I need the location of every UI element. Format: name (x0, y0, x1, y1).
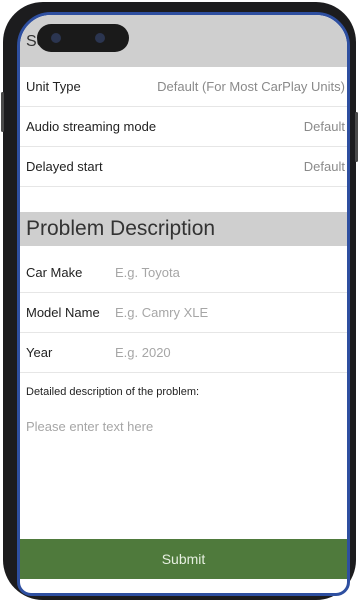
app-screen: Settings Unit Type Default (For Most Car… (17, 12, 350, 596)
phone-frame: Settings Unit Type Default (For Most Car… (1, 2, 358, 600)
audio-streaming-label: Audio streaming mode (26, 119, 157, 134)
unit-type-value: Default (For Most CarPlay Units) (157, 79, 345, 94)
model-name-input[interactable]: E.g. Camry XLE (115, 305, 208, 320)
year-input[interactable]: E.g. 2020 (115, 345, 171, 360)
detail-description-label: Detailed description of the problem: (26, 386, 200, 398)
audio-streaming-value: Default (303, 119, 345, 134)
camera-cutout (37, 24, 129, 52)
problem-description-header: Problem Description (20, 212, 347, 246)
car-make-input[interactable]: E.g. Toyota (115, 265, 180, 280)
delayed-start-label: Delayed start (26, 159, 103, 174)
submit-button[interactable]: Submit (20, 539, 347, 579)
audio-streaming-row[interactable]: Audio streaming mode Default (20, 107, 347, 147)
delayed-start-row[interactable]: Delayed start Default (20, 147, 347, 187)
unit-type-row[interactable]: Unit Type Default (For Most CarPlay Unit… (20, 67, 347, 107)
delayed-start-value: Default (303, 159, 345, 174)
car-make-label: Car Make (26, 265, 83, 280)
detail-description-textarea[interactable]: Please enter text here (26, 419, 153, 434)
year-row: Year E.g. 2020 (20, 333, 347, 373)
year-label: Year (26, 345, 53, 360)
power-button (355, 112, 358, 162)
volume-button (1, 92, 4, 132)
car-make-row: Car Make E.g. Toyota (20, 253, 347, 293)
front-camera-icon (51, 33, 61, 43)
model-name-label: Model Name (26, 305, 100, 320)
problem-description-title: Problem Description (26, 217, 216, 240)
model-name-row: Model Name E.g. Camry XLE (20, 293, 347, 333)
front-sensor-icon (95, 33, 105, 43)
unit-type-label: Unit Type (26, 79, 81, 94)
